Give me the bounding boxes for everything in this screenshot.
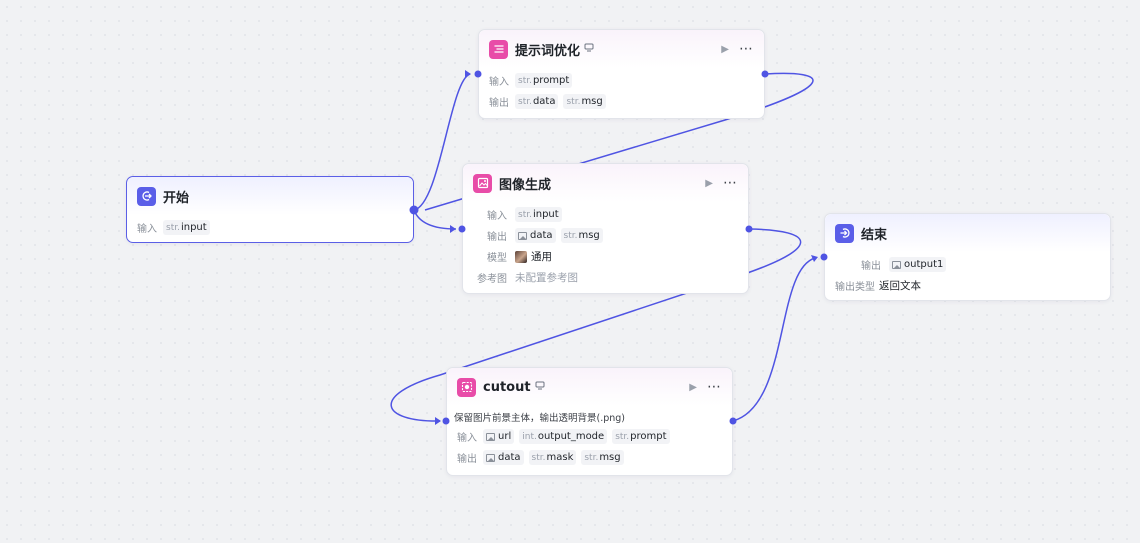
image-type-icon	[486, 432, 495, 441]
output-port-image-gen[interactable]	[745, 225, 753, 233]
image-type-icon	[892, 260, 901, 269]
input-label: 输入	[487, 211, 507, 222]
param-chip: str. input	[163, 220, 210, 235]
node-end[interactable]: 结束 输出 output1 输出类型 返回文本	[824, 213, 1111, 301]
node-prompt-optimize[interactable]: 提示词优化 ▶ ⋯ 输入 str. prompt 输出 str. data str.…	[478, 29, 765, 119]
input-port-image-gen[interactable]	[458, 225, 466, 233]
output-type-row: 输出类型 返回文本	[835, 275, 1100, 296]
param-chip: str. msg	[563, 94, 606, 109]
node-header: 提示词优化 ▶ ⋯	[479, 30, 764, 68]
model-value: 通用	[531, 251, 552, 263]
param-chip: output1	[889, 257, 947, 272]
more-icon[interactable]: ⋯	[707, 380, 722, 394]
image-type-icon	[518, 231, 527, 240]
more-icon[interactable]: ⋯	[739, 42, 754, 56]
node-header: cutout ▶ ⋯	[447, 368, 732, 406]
image-icon	[473, 173, 492, 193]
node-description: 保留图片前景主体，输出透明背景(.png)	[454, 413, 626, 424]
param-chip: str. msg	[560, 228, 603, 243]
node-title: 图像生成	[499, 177, 552, 193]
output-row: 输出 data str. mask str. msg	[454, 447, 722, 468]
login-icon	[137, 186, 156, 206]
node-title: 结束	[861, 227, 888, 243]
param-chip: url	[483, 429, 515, 444]
cutout-icon	[457, 377, 476, 397]
input-label: 输入	[137, 224, 157, 235]
output-label: 输出	[489, 98, 509, 109]
output-port-cutout[interactable]	[729, 417, 737, 425]
node-image-generation[interactable]: 图像生成 ▶ ⋯ 输入 str. input 输出 data str. msg 模型…	[462, 163, 749, 294]
input-row: 输入 url int. output_mode str. prompt	[454, 426, 722, 447]
param-chip: str. prompt	[515, 73, 573, 88]
node-start[interactable]: 开始 输入 str. input	[126, 176, 414, 243]
node-header: 结束	[825, 214, 1110, 252]
reference-value: 未配置参考图	[515, 272, 578, 284]
input-row: 输入 str. input	[137, 217, 403, 238]
model-row: 模型 通用	[473, 246, 738, 267]
model-label: 模型	[487, 253, 507, 264]
more-icon[interactable]: ⋯	[723, 176, 738, 190]
input-label: 输入	[489, 77, 509, 88]
node-header: 开始	[127, 177, 413, 215]
version-icon	[535, 381, 545, 393]
input-port-end[interactable]	[820, 253, 828, 261]
output-row: 输出 output1	[835, 254, 1100, 275]
node-header: 图像生成 ▶ ⋯	[463, 164, 748, 202]
param-chip: data	[515, 228, 556, 243]
edge-arrow-image-gen	[450, 225, 456, 233]
input-row: 输入 str. prompt	[489, 70, 754, 91]
reference-label: 参考图	[477, 274, 507, 285]
output-type-label: 输出类型	[835, 282, 875, 293]
output-port-prompt-opt[interactable]	[761, 70, 769, 78]
param-chip: str. input	[515, 207, 562, 222]
output-port-start[interactable]	[409, 205, 419, 215]
output-row: 输出 data str. msg	[473, 225, 738, 246]
param-chip: int. output_mode	[519, 429, 608, 444]
input-port-prompt-opt[interactable]	[474, 70, 482, 78]
play-icon[interactable]: ▶	[721, 44, 729, 55]
edge-start-to-image-gen[interactable]	[413, 209, 457, 230]
edge-arrow-cutout	[435, 417, 441, 425]
edge-arrow-prompt-opt	[465, 70, 471, 78]
node-title: 开始	[163, 190, 190, 206]
image-type-icon	[486, 453, 495, 462]
model-avatar	[515, 250, 527, 263]
param-chip: data	[483, 450, 524, 465]
reference-row: 参考图 未配置参考图	[473, 267, 738, 288]
output-label: 输出	[487, 232, 507, 243]
output-label: 输出	[457, 454, 477, 465]
param-chip: str. msg	[581, 450, 624, 465]
play-icon[interactable]: ▶	[689, 382, 697, 393]
output-row: 输出 str. data str. msg	[489, 91, 754, 112]
input-port-cutout[interactable]	[442, 417, 450, 425]
output-type-value: 返回文本	[879, 280, 921, 292]
param-chip: str. prompt	[612, 429, 670, 444]
version-icon	[584, 43, 594, 55]
param-chip: str. data	[515, 94, 559, 109]
node-title: 提示词优化	[515, 43, 581, 59]
output-label: 输出	[861, 261, 881, 272]
list-icon	[489, 39, 508, 59]
node-title: cutout	[483, 379, 531, 395]
node-cutout[interactable]: cutout ▶ ⋯ 保留图片前景主体，输出透明背景(.png) 输入 url …	[446, 367, 733, 476]
param-chip: str. mask	[528, 450, 577, 465]
input-label: 输入	[457, 433, 477, 444]
play-icon[interactable]: ▶	[705, 178, 713, 189]
exit-icon	[835, 223, 854, 243]
input-row: 输入 str. input	[473, 204, 738, 225]
